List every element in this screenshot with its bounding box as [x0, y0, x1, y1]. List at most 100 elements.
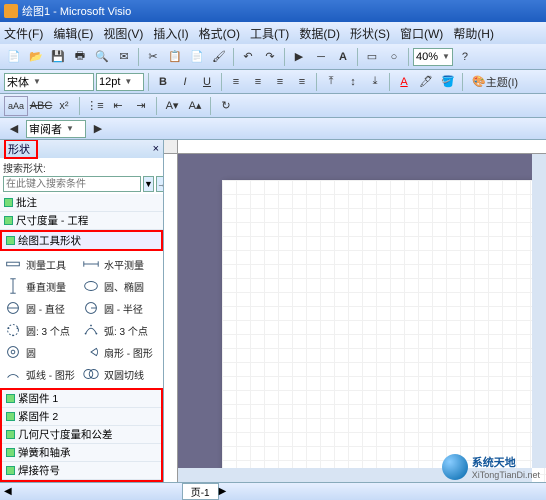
page-nav-prev[interactable]: ◀	[4, 486, 12, 497]
rectangle-tool-button[interactable]: ▭	[362, 47, 382, 67]
shape-item[interactable]: 扇形 - 图形	[80, 341, 158, 363]
align-justify-button[interactable]: ≡	[292, 72, 312, 92]
inc-fontsize-button[interactable]: A▴	[185, 96, 205, 116]
close-icon[interactable]: ×	[153, 143, 159, 155]
strike-button[interactable]: ABC	[31, 96, 51, 116]
shape-item[interactable]: 圆、椭圆	[80, 275, 158, 297]
zoom-value: 40%	[416, 51, 438, 63]
separator	[284, 48, 285, 66]
stencil-category[interactable]: 尺寸度量 - 工程	[0, 212, 163, 230]
search-dropdown-button[interactable]: ▼	[143, 176, 154, 192]
menu-format[interactable]: 格式(O)	[199, 25, 240, 42]
dec-indent-button[interactable]: ⇤	[108, 96, 128, 116]
bullets-button[interactable]: ⋮≡	[85, 96, 105, 116]
rotate-text-button[interactable]: ↻	[216, 96, 236, 116]
line-color-button[interactable]: 🖊	[416, 72, 436, 92]
menu-tools[interactable]: 工具(T)	[250, 25, 289, 42]
drawing-page[interactable]	[222, 180, 546, 482]
preview-button[interactable]: 🔍	[92, 47, 112, 67]
menu-data[interactable]: 数据(D)	[299, 25, 340, 42]
menu-insert[interactable]: 插入(I)	[153, 25, 188, 42]
workspace: 形状 × 搜索形状: ▼ → 批注 尺寸度量 - 工程 绘图工具形状 测量工具水…	[0, 140, 546, 482]
connector-tool-button[interactable]: ─	[311, 47, 331, 67]
menu-edit[interactable]: 编辑(E)	[53, 25, 93, 42]
open-button[interactable]: 📂	[26, 47, 46, 67]
copy-button[interactable]: 📋	[165, 47, 185, 67]
stencil-category-selected[interactable]: 绘图工具形状	[0, 230, 163, 251]
middle-align-button[interactable]: ↕	[343, 72, 363, 92]
horizontal-ruler[interactable]	[178, 140, 546, 154]
stencil-category-list: 批注 尺寸度量 - 工程 绘图工具形状	[0, 194, 163, 251]
fill-color-button[interactable]: 🪣	[438, 72, 458, 92]
watermark: 系统天地 XiTongTianDi.net	[442, 454, 540, 480]
top-align-button[interactable]: ⤒	[321, 72, 341, 92]
textbox-button[interactable]: aAa	[4, 96, 28, 116]
italic-button[interactable]: I	[175, 72, 195, 92]
shape-item[interactable]: 垂直测量	[2, 275, 80, 297]
align-right-button[interactable]: ≡	[270, 72, 290, 92]
next-button[interactable]: ▶	[88, 119, 108, 139]
chevron-down-icon: ▼	[33, 77, 41, 86]
stencil-category[interactable]: 弹簧和轴承	[2, 444, 161, 462]
menu-file[interactable]: 文件(F)	[4, 25, 43, 42]
font-size-combo[interactable]: 12pt▼	[96, 73, 144, 91]
shape-item[interactable]: 弧: 3 个点	[80, 319, 158, 341]
help-button[interactable]: ?	[455, 47, 475, 67]
paste-button[interactable]: 📄	[187, 47, 207, 67]
shape-item[interactable]: 圆	[2, 341, 80, 363]
shape-item[interactable]: 双圆切线	[80, 363, 158, 385]
ellipse-tool-button[interactable]: ○	[384, 47, 404, 67]
inc-indent-button[interactable]: ⇥	[131, 96, 151, 116]
stencil-icon	[6, 412, 15, 421]
stencil-category[interactable]: 紧固件 2	[2, 408, 161, 426]
zoom-combo[interactable]: 40%▼	[413, 48, 453, 66]
stencil-category[interactable]: 几何尺寸度量和公差	[2, 426, 161, 444]
shape-search-input[interactable]	[3, 176, 141, 192]
stencil-category[interactable]: 焊接符号	[2, 462, 161, 480]
pointer-tool-button[interactable]: ▶	[289, 47, 309, 67]
search-go-button[interactable]: →	[156, 176, 164, 192]
shape-item[interactable]: 测量工具	[2, 253, 80, 275]
text-tool-button[interactable]: A	[333, 47, 353, 67]
dec-fontsize-button[interactable]: A▾	[162, 96, 182, 116]
mail-button[interactable]: ✉	[114, 47, 134, 67]
stencil-category[interactable]: 批注	[0, 194, 163, 212]
separator	[138, 48, 139, 66]
menu-shape[interactable]: 形状(S)	[350, 25, 390, 42]
shape-item[interactable]: 圆 - 半径	[80, 297, 158, 319]
status-bar: ◀ 页-1 ▶	[0, 482, 546, 500]
stencil-icon	[6, 236, 15, 245]
shape-item[interactable]: 弧线 - 图形	[2, 363, 80, 385]
font-color-button[interactable]: A	[394, 72, 414, 92]
redo-button[interactable]: ↷	[260, 47, 280, 67]
superscript-button[interactable]: x²	[54, 96, 74, 116]
previous-button[interactable]: ◀	[4, 119, 24, 139]
font-name-combo[interactable]: 宋体▼	[4, 73, 94, 91]
save-button[interactable]: 💾	[48, 47, 68, 67]
shapes-panel-header: 形状 ×	[0, 140, 163, 158]
theme-button[interactable]: 🎨 主题(I)	[467, 72, 523, 92]
undo-button[interactable]: ↶	[238, 47, 258, 67]
vertical-scrollbar[interactable]	[532, 154, 546, 468]
format-painter-button[interactable]: 🖌	[209, 47, 229, 67]
bottom-align-button[interactable]: ⤓	[365, 72, 385, 92]
cut-button[interactable]: ✂	[143, 47, 163, 67]
align-center-button[interactable]: ≡	[248, 72, 268, 92]
menu-help[interactable]: 帮助(H)	[453, 25, 494, 42]
stencil-icon	[4, 216, 13, 225]
align-left-button[interactable]: ≡	[226, 72, 246, 92]
reviewer-combo[interactable]: 审阅者▼	[26, 120, 86, 138]
shape-item[interactable]: 圆 - 直径	[2, 297, 80, 319]
stencil-category[interactable]: 紧固件 1	[2, 390, 161, 408]
new-button[interactable]: 📄	[4, 47, 24, 67]
vertical-ruler[interactable]	[164, 154, 178, 482]
bold-button[interactable]: B	[153, 72, 173, 92]
page-tab[interactable]: 页-1	[182, 483, 219, 500]
menu-view[interactable]: 视图(V)	[103, 25, 143, 42]
page-nav-next[interactable]: ▶	[219, 486, 227, 497]
shape-item[interactable]: 圆: 3 个点	[2, 319, 80, 341]
shape-item[interactable]: 水平测量	[80, 253, 158, 275]
print-button[interactable]: 🖶	[70, 47, 90, 67]
underline-button[interactable]: U	[197, 72, 217, 92]
menu-window[interactable]: 窗口(W)	[400, 25, 443, 42]
